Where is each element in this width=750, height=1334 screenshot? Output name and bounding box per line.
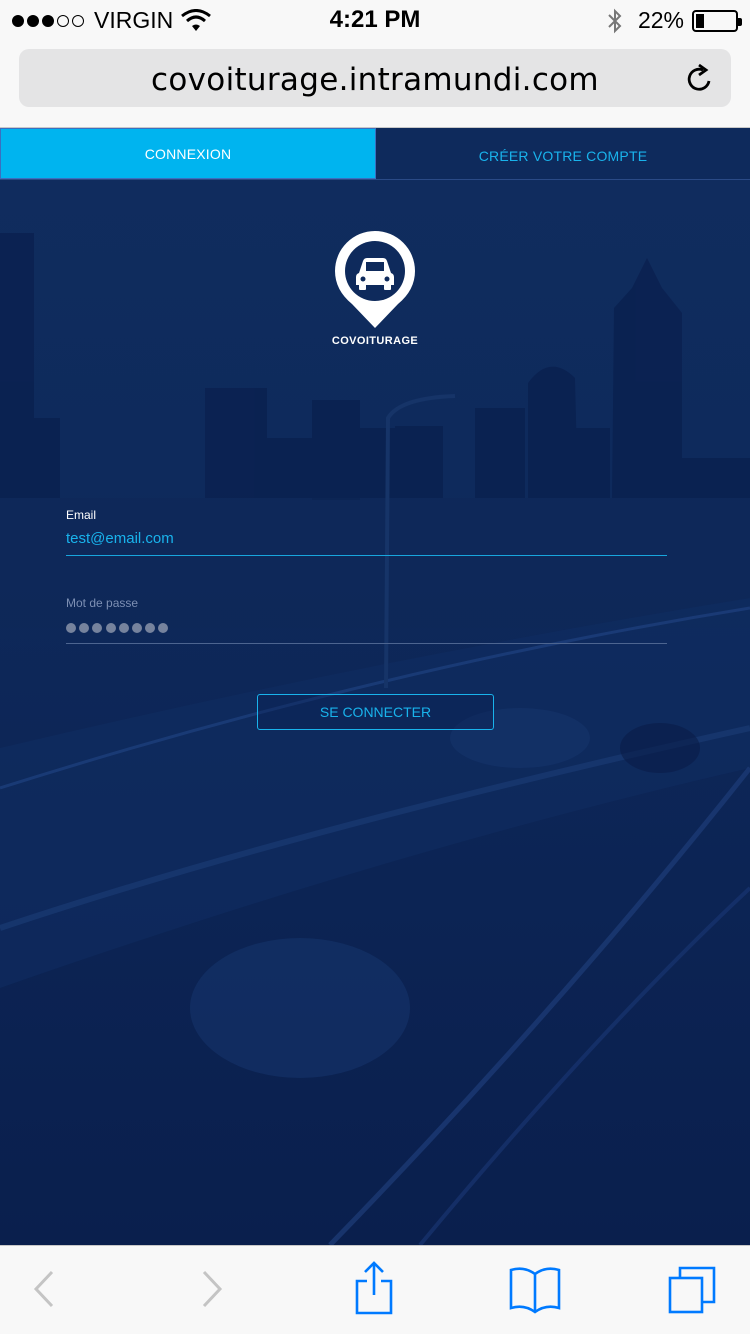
forward-icon[interactable] xyxy=(198,1264,226,1314)
bookmarks-icon[interactable] xyxy=(508,1264,562,1316)
battery-icon xyxy=(692,9,742,32)
email-underline xyxy=(66,555,667,556)
password-mask-dot xyxy=(131,623,142,633)
back-icon[interactable] xyxy=(30,1264,58,1314)
battery-percent: 22% xyxy=(637,7,684,33)
status-right: 22% xyxy=(606,7,742,34)
browser-address-bar: covoiturage.intramundi.com xyxy=(0,40,750,128)
reload-icon[interactable] xyxy=(685,62,715,94)
password-mask-dot xyxy=(118,623,129,633)
status-bar: VIRGIN 4:21 PM 22% xyxy=(0,0,750,40)
password-underline xyxy=(66,643,667,644)
browser-toolbar xyxy=(0,1245,750,1334)
url-text[interactable]: covoiturage.intramundi.com xyxy=(19,62,731,98)
tab-create-account[interactable]: CRÉER VOTRE COMPTE xyxy=(376,128,750,179)
share-icon[interactable] xyxy=(352,1261,396,1315)
web-content: CONNEXION CRÉER VOTRE COMPTE COVOITURAGE… xyxy=(0,128,750,1245)
auth-tabs: CONNEXION CRÉER VOTRE COMPTE xyxy=(0,128,750,180)
password-mask-dot xyxy=(145,623,156,633)
car-pin-icon xyxy=(335,231,415,328)
password-mask-dot xyxy=(105,623,116,633)
bluetooth-icon xyxy=(608,8,622,33)
password-label: Mot de passe xyxy=(66,596,139,610)
tabs-icon[interactable] xyxy=(666,1264,720,1316)
email-field[interactable]: test@email.com xyxy=(66,530,174,547)
email-label: Email xyxy=(66,508,97,522)
tab-connexion[interactable]: CONNEXION xyxy=(0,128,376,179)
password-field[interactable] xyxy=(66,623,169,633)
password-mask-dot xyxy=(92,623,103,633)
logo-text: COVOITURAGE xyxy=(331,335,419,347)
password-mask-dot xyxy=(66,623,76,633)
url-field[interactable]: covoiturage.intramundi.com xyxy=(19,49,731,107)
password-mask-dot xyxy=(79,623,90,633)
password-mask-dot xyxy=(158,623,169,633)
login-button[interactable]: SE CONNECTER xyxy=(257,694,494,730)
